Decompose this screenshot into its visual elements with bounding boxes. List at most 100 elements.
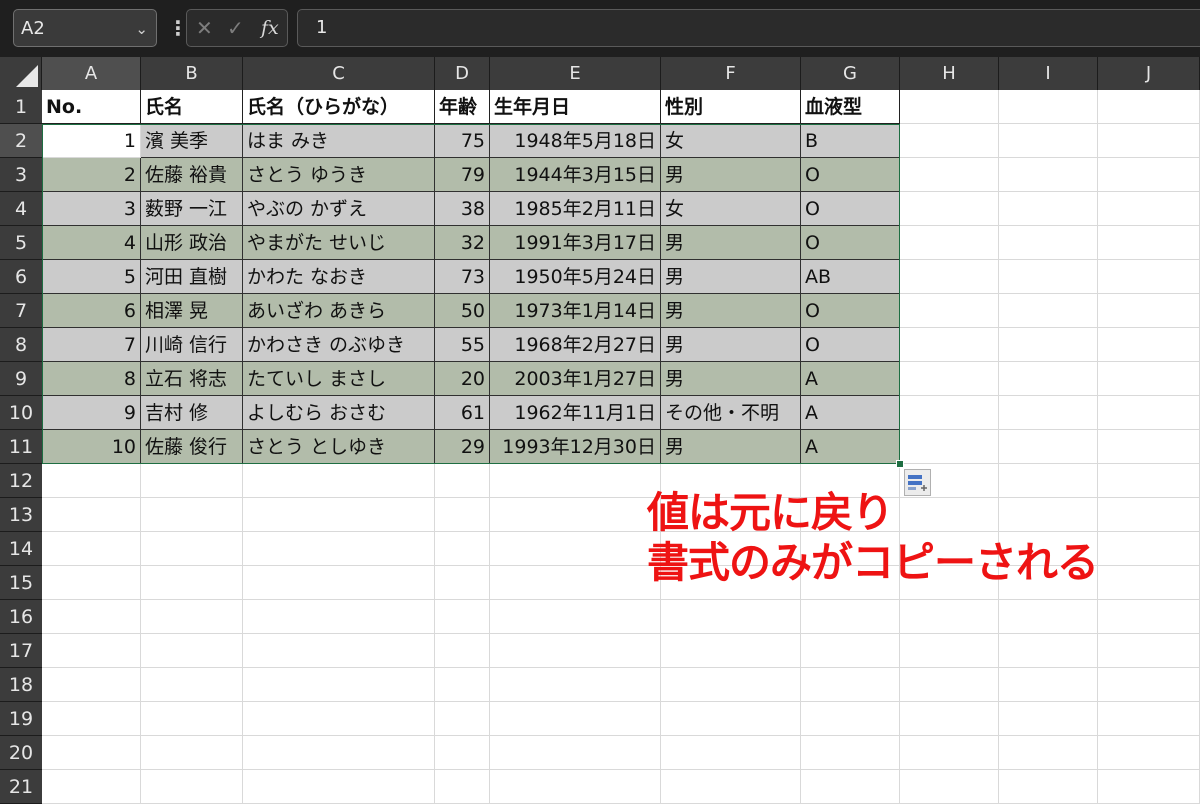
cell-j21[interactable] [1098, 770, 1200, 804]
cell-i2[interactable] [999, 124, 1098, 158]
cell-a7[interactable]: 6 [42, 294, 141, 328]
row-header-3[interactable]: 3 [0, 158, 42, 192]
cell-i18[interactable] [999, 668, 1098, 702]
name-box[interactable]: A2 ⌄ [13, 9, 157, 47]
cell-i8[interactable] [999, 328, 1098, 362]
cell-j3[interactable] [1098, 158, 1200, 192]
cell-d19[interactable] [435, 702, 490, 736]
cell-a1[interactable]: No. [42, 90, 141, 124]
cell-e21[interactable] [490, 770, 661, 804]
cell-b10[interactable]: 吉村 修 [141, 396, 243, 430]
cell-a20[interactable] [42, 736, 141, 770]
cell-b13[interactable] [141, 498, 243, 532]
cell-h11[interactable] [900, 430, 999, 464]
cell-c4[interactable]: やぶの かずえ [243, 192, 435, 226]
cell-i6[interactable] [999, 260, 1098, 294]
cell-j11[interactable] [1098, 430, 1200, 464]
cell-b20[interactable] [141, 736, 243, 770]
cell-j7[interactable] [1098, 294, 1200, 328]
cell-b12[interactable] [141, 464, 243, 498]
cell-j18[interactable] [1098, 668, 1200, 702]
cell-d17[interactable] [435, 634, 490, 668]
cell-j15[interactable] [1098, 566, 1200, 600]
cell-g1[interactable]: 血液型 [801, 90, 900, 124]
cell-c9[interactable]: たていし まさし [243, 362, 435, 396]
cell-f5[interactable]: 男 [661, 226, 801, 260]
column-header-c[interactable]: C [243, 57, 435, 90]
cancel-x-icon[interactable]: ✕ [196, 10, 213, 46]
cell-d21[interactable] [435, 770, 490, 804]
cell-f7[interactable]: 男 [661, 294, 801, 328]
cell-g7[interactable]: O [801, 294, 900, 328]
cell-a15[interactable] [42, 566, 141, 600]
cell-a14[interactable] [42, 532, 141, 566]
cell-a10[interactable]: 9 [42, 396, 141, 430]
cell-c6[interactable]: かわた なおき [243, 260, 435, 294]
row-header-15[interactable]: 15 [0, 566, 42, 600]
cell-a2[interactable]: 1 [42, 124, 141, 158]
cell-b11[interactable]: 佐藤 俊行 [141, 430, 243, 464]
cell-c10[interactable]: よしむら おさむ [243, 396, 435, 430]
formula-input[interactable]: 1 [297, 9, 1200, 47]
row-header-21[interactable]: 21 [0, 770, 42, 804]
row-header-20[interactable]: 20 [0, 736, 42, 770]
cell-b8[interactable]: 川崎 信行 [141, 328, 243, 362]
cell-g6[interactable]: AB [801, 260, 900, 294]
cell-b1[interactable]: 氏名 [141, 90, 243, 124]
cell-g17[interactable] [801, 634, 900, 668]
row-header-8[interactable]: 8 [0, 328, 42, 362]
cell-i16[interactable] [999, 600, 1098, 634]
cell-d14[interactable] [435, 532, 490, 566]
cell-c14[interactable] [243, 532, 435, 566]
cell-f6[interactable]: 男 [661, 260, 801, 294]
cell-h8[interactable] [900, 328, 999, 362]
cell-j17[interactable] [1098, 634, 1200, 668]
row-header-2[interactable]: 2 [0, 124, 42, 158]
cell-e15[interactable] [490, 566, 661, 600]
cell-a16[interactable] [42, 600, 141, 634]
cell-g20[interactable] [801, 736, 900, 770]
row-header-7[interactable]: 7 [0, 294, 42, 328]
cell-h16[interactable] [900, 600, 999, 634]
cell-j4[interactable] [1098, 192, 1200, 226]
cell-e19[interactable] [490, 702, 661, 736]
cell-b14[interactable] [141, 532, 243, 566]
cell-f10[interactable]: その他・不明 [661, 396, 801, 430]
cell-i19[interactable] [999, 702, 1098, 736]
cell-f3[interactable]: 男 [661, 158, 801, 192]
cell-a5[interactable]: 4 [42, 226, 141, 260]
cell-c11[interactable]: さとう としゆき [243, 430, 435, 464]
cell-f4[interactable]: 女 [661, 192, 801, 226]
cell-e18[interactable] [490, 668, 661, 702]
cell-b21[interactable] [141, 770, 243, 804]
cell-j1[interactable] [1098, 90, 1200, 124]
cell-e12[interactable] [490, 464, 661, 498]
cell-i17[interactable] [999, 634, 1098, 668]
cell-b16[interactable] [141, 600, 243, 634]
column-header-j[interactable]: J [1098, 57, 1200, 90]
cell-c21[interactable] [243, 770, 435, 804]
cell-h20[interactable] [900, 736, 999, 770]
cell-e11[interactable]: 1993年12月30日 [490, 430, 661, 464]
cell-e1[interactable]: 生年月日 [490, 90, 661, 124]
cell-b4[interactable]: 薮野 一江 [141, 192, 243, 226]
fill-handle[interactable] [896, 460, 904, 468]
cell-h17[interactable] [900, 634, 999, 668]
cell-i20[interactable] [999, 736, 1098, 770]
cell-e4[interactable]: 1985年2月11日 [490, 192, 661, 226]
cell-i1[interactable] [999, 90, 1098, 124]
cell-e5[interactable]: 1991年3月17日 [490, 226, 661, 260]
cell-d6[interactable]: 73 [435, 260, 490, 294]
cell-j8[interactable] [1098, 328, 1200, 362]
cell-d4[interactable]: 38 [435, 192, 490, 226]
cell-e7[interactable]: 1973年1月14日 [490, 294, 661, 328]
select-all-button[interactable] [0, 57, 42, 90]
cell-h21[interactable] [900, 770, 999, 804]
cell-h10[interactable] [900, 396, 999, 430]
cell-a3[interactable]: 2 [42, 158, 141, 192]
insert-function-icon[interactable]: fx [261, 10, 279, 46]
cell-a13[interactable] [42, 498, 141, 532]
cell-b7[interactable]: 相澤 晃 [141, 294, 243, 328]
cell-f9[interactable]: 男 [661, 362, 801, 396]
cell-i3[interactable] [999, 158, 1098, 192]
